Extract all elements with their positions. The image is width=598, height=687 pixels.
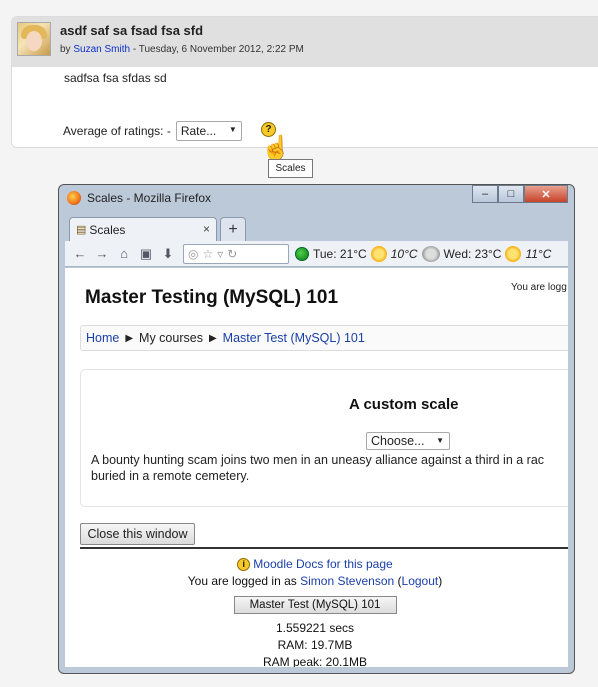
close-window-button[interactable]: ✕ (524, 185, 568, 203)
choose-select[interactable]: Choose... ▼ (366, 432, 450, 450)
info-icon: i (237, 558, 251, 572)
moodle-docs-link[interactable]: Moodle Docs for this page (253, 557, 392, 571)
forecast-day1: Tue: 21°C (313, 246, 367, 261)
url-bar[interactable]: ◎ ☆ ▿ ↻ (183, 243, 289, 264)
partly-sunny-icon (370, 245, 387, 262)
forecast-day2: Wed: 23°C (443, 246, 502, 261)
maximize-button[interactable]: □ (498, 185, 524, 203)
chevron-down-icon: ▼ (228, 125, 237, 134)
post-title: asdf saf sa fsad fsa sfd (60, 23, 204, 38)
url-dropdown-icon[interactable]: ▿ (217, 247, 223, 261)
logged-in-line: You are logged in as Simon Stevenson (Lo… (187, 574, 443, 588)
cloudy-icon (421, 245, 440, 262)
byline-prefix: by (60, 44, 71, 55)
docs-line: i Moodle Docs for this page (65, 556, 565, 573)
forecast-day2-low: 11°C (525, 246, 552, 261)
chevron-down-icon: ▼ (436, 436, 444, 445)
page-footer: i Moodle Docs for this page You are logge… (65, 556, 565, 667)
scale-title: A custom scale (349, 396, 459, 413)
breadcrumb-course[interactable]: Master Test (MySQL) 101 (223, 331, 365, 345)
back-icon[interactable]: ← (69, 245, 91, 263)
reload-icon[interactable]: ↻ (227, 247, 237, 261)
logged-in-header: You are logg (511, 282, 567, 293)
scale-box: A custom scale Choose... ▼ A bounty hunt… (80, 369, 568, 507)
moodle-favicon-icon: ▤ (76, 224, 87, 236)
forward-icon[interactable]: → (91, 245, 113, 263)
weather-status-icon (295, 246, 309, 261)
post-body: sadfsa fsa sfdas sd (64, 71, 167, 85)
avatar[interactable] (17, 22, 51, 56)
post-header: asdf saf sa fsad fsa sfd by Suzan Smith … (12, 17, 598, 67)
perf-ram: RAM: 19.7MB (277, 638, 353, 652)
title-bar[interactable]: Scales - Mozilla Firefox – □ ✕ (59, 185, 574, 211)
page-title: Master Testing (MySQL) 101 (85, 287, 339, 308)
page-content: You are logg Master Testing (MySQL) 101 … (65, 268, 568, 667)
post-byline: by Suzan Smith - Tuesday, 6 November 201… (60, 44, 304, 55)
breadcrumb-my-courses: My courses (139, 331, 203, 345)
logged-in-prefix: You are logged in as (187, 574, 297, 588)
sunny-icon (505, 245, 522, 262)
forecast-day1-low: 10°C (390, 246, 418, 261)
perf-secs: 1.559221 secs (275, 621, 355, 635)
breadcrumb-home[interactable]: Home (86, 331, 119, 345)
divider (80, 547, 568, 549)
new-tab-button[interactable]: + (220, 217, 246, 241)
user-link[interactable]: Simon Stevenson (300, 574, 394, 588)
course-home-button[interactable]: Master Test (MySQL) 101 (233, 596, 397, 614)
close-tab-icon[interactable]: × (203, 222, 210, 236)
minimize-button[interactable]: – (472, 185, 498, 203)
tab-scales[interactable]: ▤ Scales × (69, 217, 217, 241)
star-icon[interactable]: ☆ (202, 247, 213, 261)
logout-link[interactable]: Logout (402, 574, 439, 588)
forum-post: asdf saf sa fsad fsa sfd by Suzan Smith … (11, 16, 598, 148)
firefox-window: Scales - Mozilla Firefox – □ ✕ ▤ Scales … (58, 184, 575, 674)
close-window-page-button[interactable]: Close this window (80, 523, 195, 545)
tab-label: Scales (89, 222, 126, 237)
breadcrumb-separator-icon: ▶ (125, 332, 134, 344)
perf-ram-peak: RAM peak: 20.1MB (262, 655, 368, 667)
breadcrumb-separator-icon: ▶ (208, 332, 217, 344)
rating-row: Average of ratings: - Rate... ▼ (63, 121, 242, 141)
globe-icon: ◎ (188, 246, 199, 261)
download-icon[interactable]: ⬇ (157, 245, 179, 263)
breadcrumb: Home ▶ My courses ▶ Master Test (MySQL) … (80, 325, 568, 351)
scale-description: A bounty hunting scam joins two men in a… (91, 452, 568, 484)
tooltip: Scales (268, 159, 313, 178)
rate-select-value: Rate... (180, 124, 217, 138)
scale-description-line: buried in a remote cemetery. (91, 469, 250, 483)
window-controls: – □ ✕ (472, 185, 568, 203)
home-icon[interactable]: ⌂ (113, 245, 135, 263)
rate-select[interactable]: Rate... ▼ (175, 121, 242, 141)
rating-label: Average of ratings: - (63, 124, 171, 138)
choose-select-value: Choose... (371, 434, 425, 448)
window-title: Scales - Mozilla Firefox (87, 191, 212, 205)
nav-toolbar: ← → ⌂ ▣ ⬇ ◎ ☆ ▿ ↻ Tue: 21°C 10°C Wed: 23… (65, 241, 568, 267)
firefox-logo-icon (67, 191, 81, 205)
scale-description-line: A bounty hunting scam joins two men in a… (91, 453, 545, 467)
author-link[interactable]: Suzan Smith (73, 44, 130, 55)
bookmarks-icon[interactable]: ▣ (135, 245, 157, 263)
post-date: - Tuesday, 6 November 2012, 2:22 PM (132, 44, 304, 55)
hand-cursor-icon: ☝ (261, 135, 291, 162)
weather-forecast[interactable]: Tue: 21°C 10°C Wed: 23°C 11°C (295, 245, 552, 262)
tab-bar: ▤ Scales × + (65, 215, 568, 241)
